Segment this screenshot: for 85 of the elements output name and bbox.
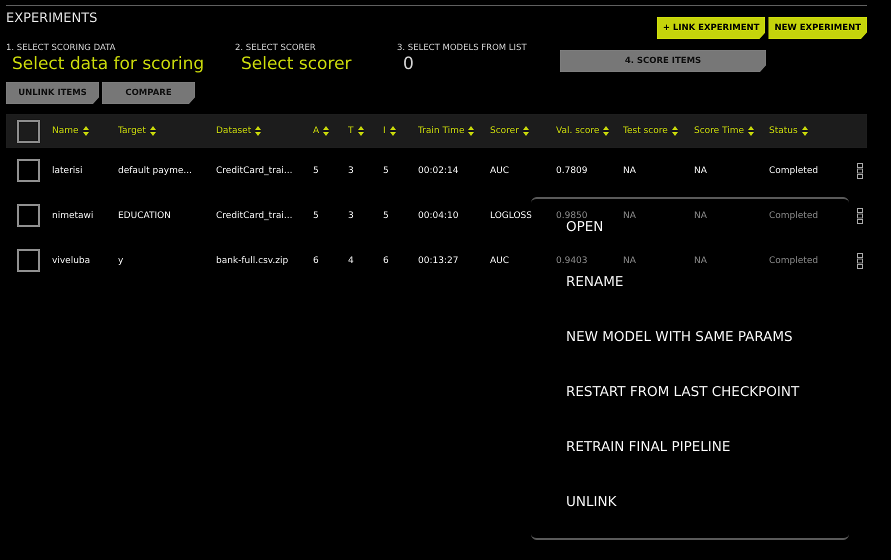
table-cell-text: 0.9403 — [556, 256, 588, 266]
sort-icon — [255, 126, 262, 136]
table-cell-text: 0.9850 — [556, 210, 588, 220]
menu-item[interactable]: RENAME — [566, 274, 849, 294]
menu-item[interactable]: RETRAIN FINAL PIPELINE — [566, 439, 849, 459]
menu-item[interactable]: RESTART FROM LAST CHECKPOINT — [566, 384, 849, 404]
column-header[interactable]: A — [313, 126, 348, 136]
table-cell-text: 00:04:10 — [418, 210, 460, 220]
table-cell-text: 5 — [313, 166, 320, 176]
table-cell-text: Completed — [769, 166, 820, 176]
table-cell-text: 3 — [348, 210, 355, 220]
table-cell-text: 5 — [383, 210, 390, 220]
column-header[interactable]: Target — [118, 126, 216, 136]
row-checkbox[interactable] — [17, 249, 40, 272]
table-cell-text: 6 — [383, 256, 390, 266]
step-label: 3. SELECT MODELS FROM LIST — [397, 43, 528, 53]
header-button[interactable]: NEW EXPERIMENT — [768, 17, 867, 39]
sort-icon — [603, 126, 610, 136]
table-cell-text: nimetawi — [52, 210, 94, 220]
action-button[interactable]: COMPARE — [102, 82, 195, 104]
sort-icon — [672, 126, 678, 136]
table-cell-text: AUC — [490, 166, 510, 176]
table-cell-text: Completed — [769, 210, 820, 220]
table-cell-text: NA — [694, 256, 708, 266]
table-cell-text: 0.7809 — [556, 166, 588, 176]
table-cell-text: laterisi — [52, 166, 84, 176]
step-label: 1. SELECT SCORING DATA — [6, 43, 116, 53]
step-select[interactable]: Select scorer — [241, 54, 397, 74]
sort-icon — [390, 126, 396, 136]
table-cell-text: CreditCard_trai... — [216, 210, 294, 220]
sort-icon — [82, 126, 89, 136]
column-header[interactable]: Dataset — [216, 126, 313, 136]
score-items-button[interactable]: 4. SCORE ITEMS — [560, 50, 766, 72]
sort-icon — [358, 126, 364, 136]
column-header[interactable]: Train Time — [418, 126, 490, 136]
table-cell-text: default payme... — [118, 166, 193, 176]
table-cell-text: 00:02:14 — [418, 166, 460, 176]
row-checkbox[interactable] — [17, 159, 40, 182]
table-cell-text: Completed — [769, 256, 820, 266]
select-all-checkbox[interactable] — [17, 120, 40, 142]
column-header[interactable]: Status — [769, 126, 857, 136]
column-header[interactable]: T — [348, 126, 383, 136]
table-cell-text: 3 — [348, 166, 355, 176]
step-label: 2. SELECT SCORER — [235, 43, 317, 53]
row-menu-icon[interactable] — [857, 252, 863, 268]
sort-icon — [802, 126, 808, 136]
column-header[interactable]: Name — [52, 126, 118, 136]
row-checkbox[interactable] — [17, 204, 40, 227]
action-button[interactable]: UNLINK ITEMS — [6, 82, 99, 104]
table-cell-text: NA — [623, 256, 637, 266]
table-cell-text: CreditCard_trai... — [216, 166, 294, 176]
sort-icon — [323, 126, 330, 136]
header-button[interactable]: + LINK EXPERIMENT — [656, 17, 766, 39]
table-cell-text: 00:13:27 — [418, 256, 460, 266]
table-cell-text: bank-full.csv.zip — [216, 256, 290, 266]
table-cell-text: 6 — [313, 256, 320, 266]
table-cell-text: NA — [694, 166, 708, 176]
table-cell-text: EDUCATION — [118, 210, 172, 220]
table-cell-text: LOGLOSS — [490, 210, 533, 220]
page-title: EXPERIMENTS — [6, 11, 98, 26]
table-cell-text: 5 — [313, 210, 320, 220]
menu-item[interactable]: NEW MODEL WITH SAME PARAMS — [566, 329, 849, 349]
column-header[interactable]: Score Time — [694, 126, 769, 136]
row-menu-icon[interactable] — [857, 208, 863, 224]
column-header[interactable]: Test score — [623, 126, 694, 136]
column-header[interactable]: Val. score — [556, 126, 623, 136]
sort-icon — [522, 126, 529, 136]
column-header[interactable]: Scorer — [490, 126, 556, 136]
table-cell-text: 5 — [383, 166, 390, 176]
menu-item[interactable]: OPEN — [566, 219, 849, 239]
menu-item[interactable]: UNLINK — [566, 494, 849, 514]
table-cell-text: NA — [623, 210, 637, 220]
step-count: 0 — [403, 54, 415, 74]
table-cell-text: y — [118, 256, 124, 266]
table-cell-text: NA — [623, 166, 637, 176]
table-cell-text: viveluba — [52, 256, 92, 266]
column-header[interactable]: I — [383, 126, 418, 136]
table-cell-text: 4 — [348, 256, 355, 266]
step-select[interactable]: Select data for scoring — [12, 54, 235, 74]
sort-icon — [468, 126, 474, 136]
row-menu-icon[interactable] — [857, 162, 863, 178]
sort-icon — [748, 126, 754, 136]
sort-icon — [150, 126, 156, 136]
table-cell-text: NA — [694, 210, 708, 220]
table-cell-text: AUC — [490, 256, 510, 266]
